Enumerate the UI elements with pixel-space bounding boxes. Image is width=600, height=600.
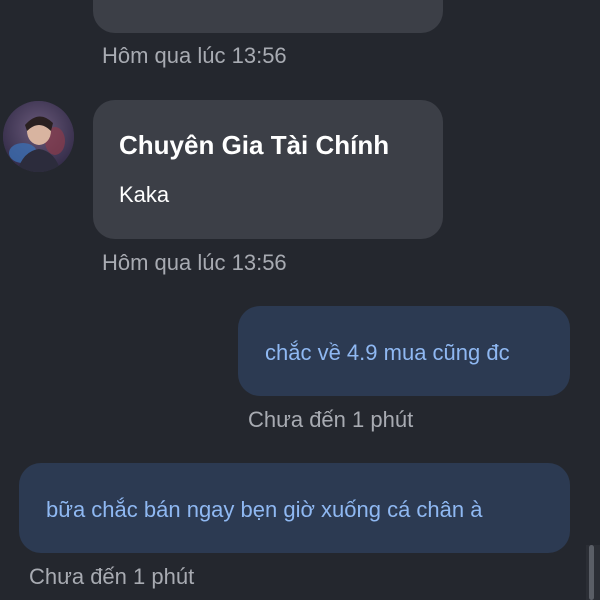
message-bubble-outgoing[interactable]: bữa chắc bán ngay bẹn giờ xuống cá chân … bbox=[19, 463, 570, 553]
scrollbar-thumb[interactable] bbox=[589, 545, 594, 600]
sender-name[interactable]: Chuyên Gia Tài Chính bbox=[119, 130, 389, 161]
message-text: chắc về 4.9 mua cũng đc bbox=[265, 340, 510, 365]
message-timestamp: Chưa đến 1 phút bbox=[29, 564, 195, 589]
message-bubble-incoming[interactable]: Chuyên Gia Tài Chính Kaka bbox=[93, 100, 443, 239]
chat-conversation: Hôm qua lúc 13:56 Chuyên Gia Tài Chính K… bbox=[0, 0, 600, 600]
message-text: Kaka bbox=[119, 182, 170, 207]
message-timestamp: Hôm qua lúc 13:56 bbox=[102, 250, 287, 275]
message-timestamp: Hôm qua lúc 13:56 bbox=[102, 43, 287, 68]
message-text: bữa chắc bán ngay bẹn giờ xuống cá chân … bbox=[46, 497, 483, 522]
scrollbar[interactable] bbox=[586, 545, 600, 600]
message-bubble-incoming[interactable] bbox=[93, 0, 443, 33]
message-bubble-outgoing[interactable]: chắc về 4.9 mua cũng đc bbox=[238, 306, 570, 396]
user-avatar-photo-icon bbox=[3, 101, 74, 172]
avatar[interactable] bbox=[3, 101, 74, 172]
message-timestamp: Chưa đến 1 phút bbox=[248, 407, 414, 432]
